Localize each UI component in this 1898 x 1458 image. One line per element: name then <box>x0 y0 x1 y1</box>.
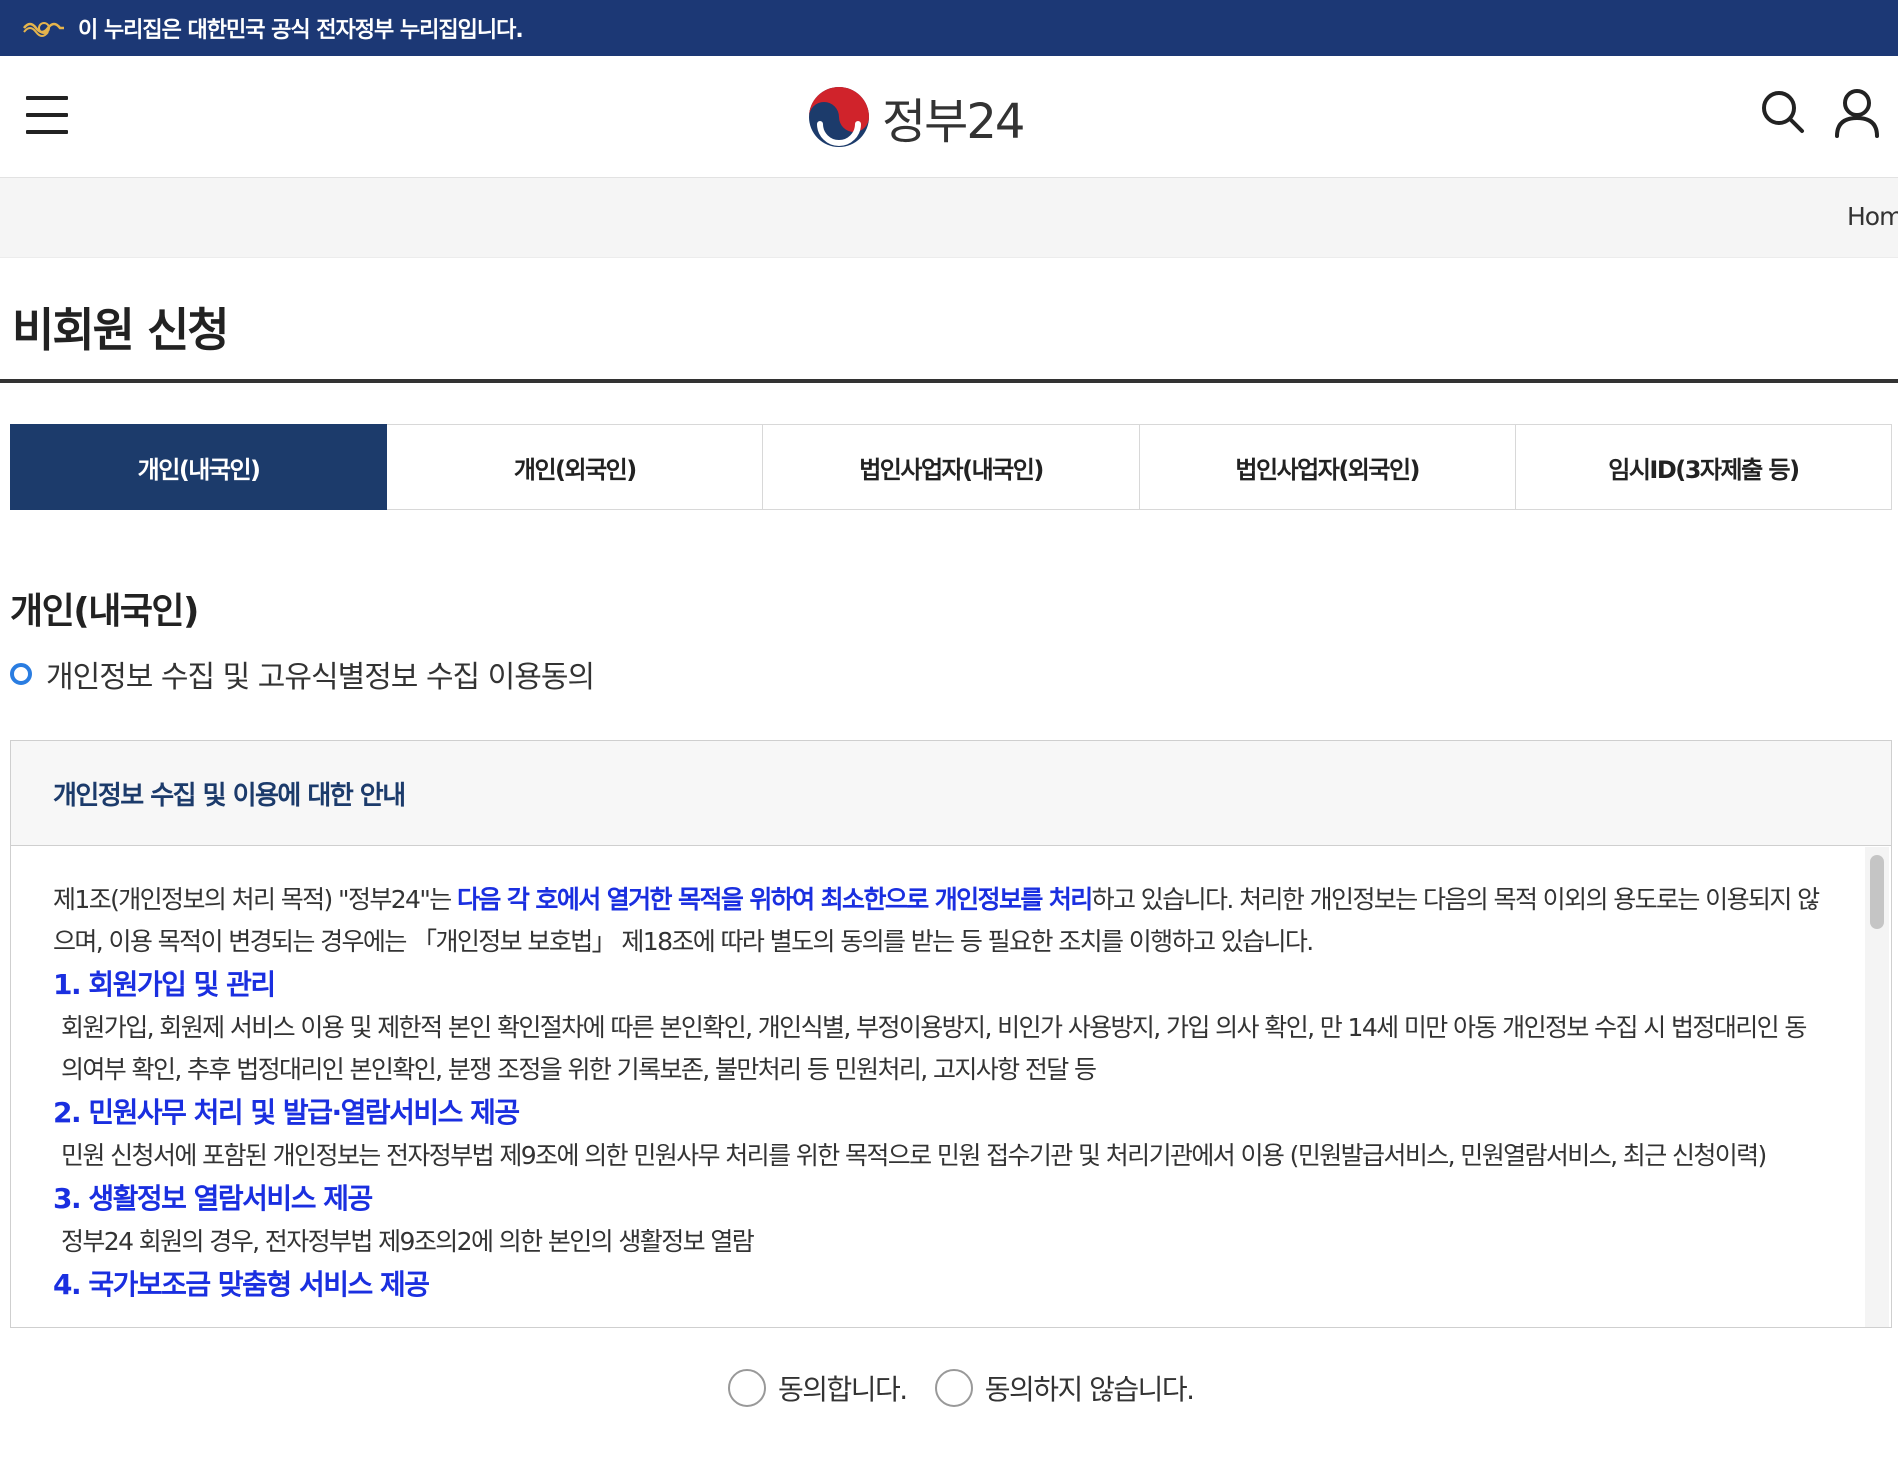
title-divider <box>0 379 1898 383</box>
page-title: 비회원 신청 <box>12 303 230 357</box>
consent-subtitle: 개인정보 수집 및 고유식별정보 수집 이용동의 <box>10 652 595 696</box>
gov-banner: 이 누리집은 대한민국 공식 전자정부 누리집입니다. <box>0 0 1898 56</box>
terms-scrollbar[interactable] <box>1865 847 1889 1327</box>
circle-bullet-icon <box>10 663 32 685</box>
breadcrumb-home-link[interactable]: Hom <box>1847 202 1898 231</box>
user-icon[interactable] <box>1832 86 1882 140</box>
consent-radio-group: 동의합니다. 동의하지 않습니다. <box>728 1368 1222 1408</box>
privacy-terms-box: 개인정보 수집 및 이용에 대한 안내 제1조(개인정보의 처리 목적) "정부… <box>10 740 1892 1328</box>
hamburger-menu-icon[interactable] <box>26 96 68 134</box>
tab-foreign-individual[interactable]: 개인(외국인) <box>387 424 764 510</box>
agree-radio-circle[interactable] <box>728 1369 766 1407</box>
gov-wave-mark-icon <box>23 22 64 37</box>
terms-heading: 개인정보 수집 및 이용에 대한 안내 <box>53 780 406 811</box>
terms-item-title: 3. 생활정보 열람서비스 제공 <box>53 1182 373 1215</box>
tab-temporary-id[interactable]: 임시ID(3자제출 등) <box>1515 424 1893 510</box>
agree-radio[interactable]: 동의합니다. <box>728 1368 908 1408</box>
disagree-radio-circle[interactable] <box>934 1369 973 1407</box>
terms-item-title: 2. 민원사무 처리 및 발급·열람서비스 제공 <box>53 1096 520 1129</box>
terms-scrollbar-thumb[interactable] <box>1870 855 1884 929</box>
terms-intro-highlight: 다음 각 호에서 열거한 목적을 위하여 최소한으로 개인정보를 처리 <box>457 885 1093 914</box>
breadcrumb: Hom <box>0 178 1898 258</box>
tab-foreign-corporation[interactable]: 법인사업자(외국인) <box>1139 424 1516 510</box>
terms-item-desc: 민원 신청서에 포함된 개인정보는 전자정부법 제9조에 의한 민원사무 처리를… <box>61 1141 1767 1170</box>
site-header: 정부24 <box>0 56 1898 178</box>
gov-banner-text: 이 누리집은 대한민국 공식 전자정부 누리집입니다. <box>78 18 524 43</box>
terms-intro: 제1조(개인정보의 처리 목적) "정부24"는 다음 각 호에서 열거한 목적… <box>53 879 1827 963</box>
applicant-type-tabs: 개인(내국인) 개인(외국인) 법인사업자(내국인) 법인사업자(외국인) 임시… <box>10 424 1893 510</box>
search-icon[interactable] <box>1758 86 1808 140</box>
section-title: 개인(내국인) <box>10 591 200 632</box>
disagree-label[interactable]: 동의하지 않습니다. <box>985 1368 1195 1408</box>
agree-label[interactable]: 동의합니다. <box>778 1368 908 1408</box>
terms-scroll-area[interactable]: 제1조(개인정보의 처리 목적) "정부24"는 다음 각 호에서 열거한 목적… <box>11 847 1867 1327</box>
terms-item-desc: 정부24 회원의 경우, 전자정부법 제9조의2에 의한 본인의 생활정보 열람 <box>61 1227 755 1256</box>
disagree-radio[interactable]: 동의하지 않습니다. <box>934 1368 1195 1408</box>
terms-header: 개인정보 수집 및 이용에 대한 안내 <box>11 741 1891 846</box>
tab-domestic-individual[interactable]: 개인(내국인) <box>10 424 388 510</box>
taegeuk-emblem-icon <box>809 87 869 147</box>
terms-item-title: 4. 국가보조금 맞춤형 서비스 제공 <box>53 1268 430 1301</box>
tab-domestic-corporation[interactable]: 법인사업자(내국인) <box>763 424 1140 510</box>
site-logo[interactable]: 정부24 <box>806 82 1025 152</box>
terms-item-title: 1. 회원가입 및 관리 <box>53 968 276 1001</box>
terms-item-desc: 회원가입, 회원제 서비스 이용 및 제한적 본인 확인절차에 따른 본인확인,… <box>61 1013 1807 1084</box>
terms-intro-a: 제1조(개인정보의 처리 목적) "정부24"는 <box>53 885 458 914</box>
logo-text: 정부24 <box>882 94 1025 150</box>
consent-subtitle-text: 개인정보 수집 및 고유식별정보 수집 이용동의 <box>46 660 595 695</box>
